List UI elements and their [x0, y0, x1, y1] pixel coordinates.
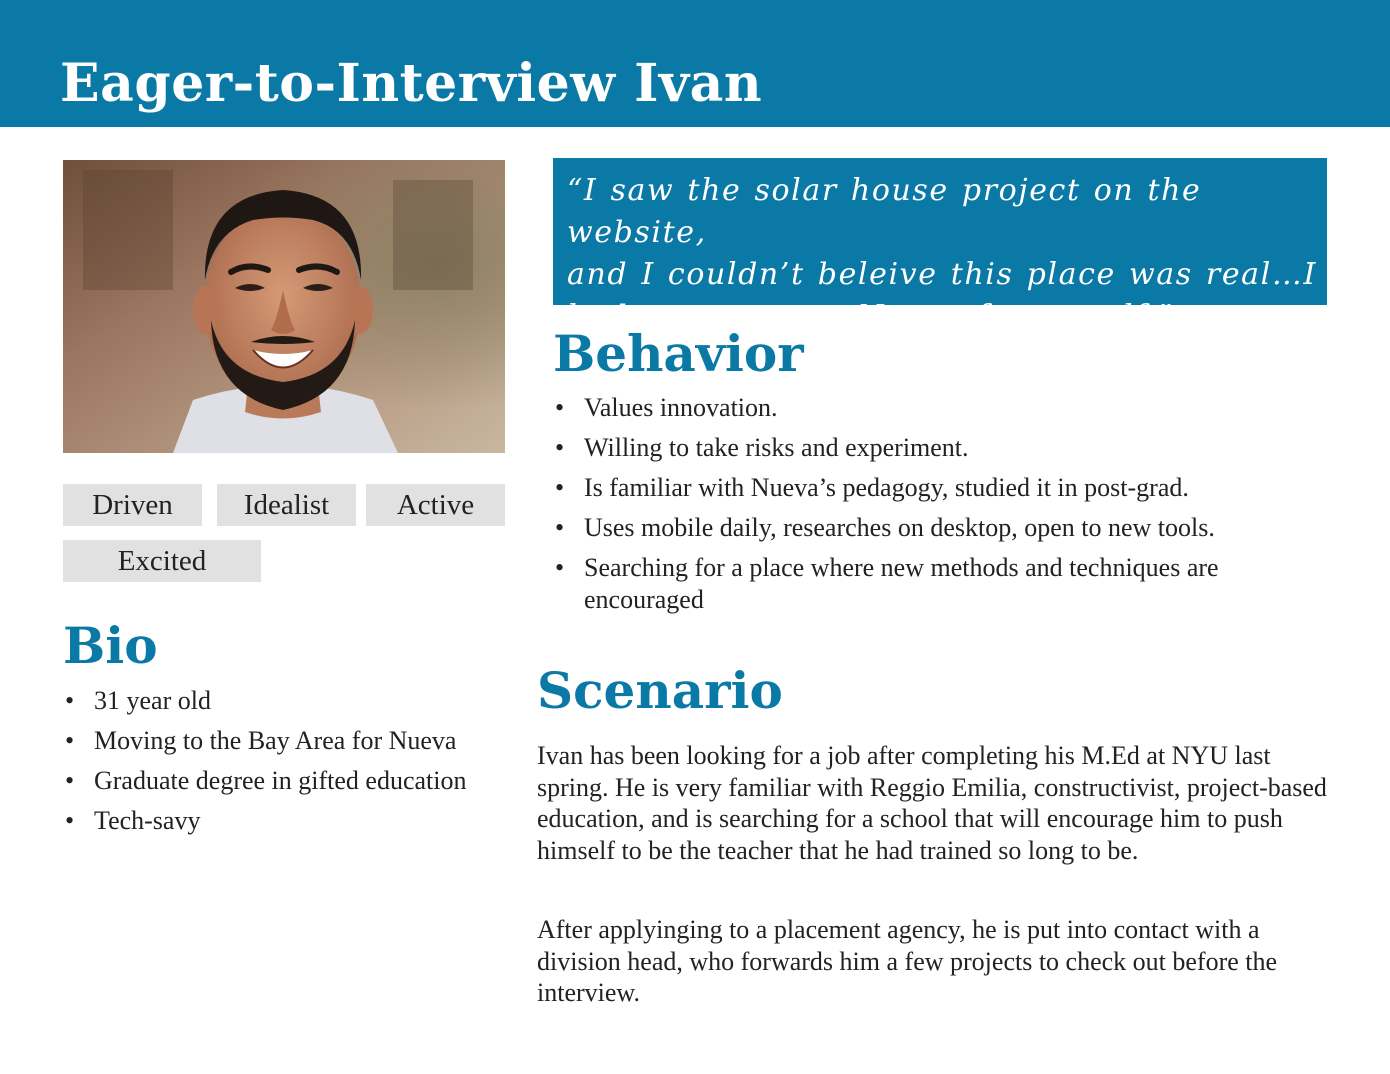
- list-item: Tech-savy: [63, 805, 503, 837]
- list-item: Graduate degree in gifted education: [63, 765, 503, 797]
- portrait-icon: [63, 160, 505, 453]
- list-item: Uses mobile daily, researches on desktop…: [553, 512, 1333, 544]
- list-item: Searching for a place where new methods …: [553, 552, 1333, 616]
- scenario-heading: Scenario: [537, 661, 783, 720]
- portrait-photo: [63, 160, 505, 453]
- bio-heading: Bio: [63, 616, 158, 675]
- list-item: Values innovation.: [553, 392, 1333, 424]
- trait-tag: Excited: [63, 540, 261, 582]
- bio-list: 31 year old Moving to the Bay Area for N…: [63, 685, 503, 845]
- scenario-paragraph: After applyinging to a placement agency,…: [537, 915, 1278, 1007]
- scenario-paragraph: Ivan has been looking for a job after co…: [537, 741, 1327, 865]
- behavior-list: Values innovation. Willing to take risks…: [553, 392, 1333, 624]
- trait-tag: Active: [366, 484, 505, 526]
- header-banner: Eager-to-Interview Ivan: [0, 0, 1390, 127]
- quote-text: “I saw the solar house project on the we…: [567, 173, 1317, 334]
- behavior-heading: Behavior: [553, 324, 804, 383]
- trait-tags: Driven Idealist Active Excited: [63, 484, 505, 584]
- list-item: Is familiar with Nueva’s pedagogy, studi…: [553, 472, 1333, 504]
- list-item: Moving to the Bay Area for Nueva: [63, 725, 503, 757]
- list-item: Willing to take risks and experiment.: [553, 432, 1333, 464]
- quote-box: “I saw the solar house project on the we…: [553, 158, 1327, 334]
- trait-tag: Idealist: [217, 484, 356, 526]
- list-item: 31 year old: [63, 685, 503, 717]
- trait-tag: Driven: [63, 484, 202, 526]
- page-title: Eager-to-Interview Ivan: [60, 53, 763, 114]
